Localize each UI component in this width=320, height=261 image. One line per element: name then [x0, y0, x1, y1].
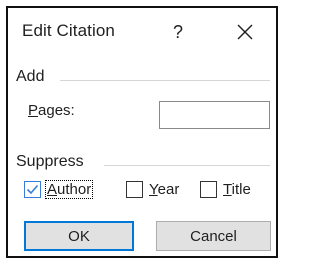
dialog-titlebar: Edit Citation ?	[8, 8, 276, 60]
close-button[interactable]	[232, 19, 258, 45]
year-checkbox-label[interactable]: Year	[148, 181, 180, 198]
pages-label-text: ages:	[38, 102, 75, 119]
title-label-text: itle	[231, 180, 251, 198]
year-label-text: ear	[157, 180, 180, 198]
screen: Edit Citation ? Add Pages: Suppress Auth…	[0, 0, 282, 261]
checkmark-icon	[26, 184, 39, 194]
add-group-divider	[60, 80, 270, 81]
title-accelerator: T	[223, 180, 232, 198]
ok-button[interactable]: OK	[24, 221, 134, 251]
pages-label-accelerator: P	[28, 102, 39, 119]
title-checkbox-box[interactable]	[200, 180, 217, 198]
pages-input[interactable]	[159, 101, 270, 129]
author-label-text: uthor	[57, 180, 92, 198]
close-icon	[237, 24, 253, 40]
cancel-button[interactable]: Cancel	[156, 221, 271, 251]
author-checkbox-label[interactable]: Author	[44, 179, 94, 199]
suppress-group-label: Suppress	[16, 153, 84, 170]
add-group-label: Add	[16, 68, 45, 85]
suppress-group-divider	[104, 165, 270, 166]
title-checkbox-label[interactable]: Title	[222, 181, 252, 198]
pages-label: Pages:	[28, 102, 75, 119]
dialog-title: Edit Citation	[22, 21, 115, 40]
author-accelerator: A	[47, 180, 58, 198]
suppress-year-checkbox[interactable]: Year	[126, 178, 180, 200]
year-checkbox-box[interactable]	[126, 180, 143, 198]
year-accelerator: Y	[149, 180, 158, 198]
suppress-title-checkbox[interactable]: Title	[200, 178, 252, 200]
author-checkbox-box[interactable]	[24, 180, 41, 198]
suppress-author-checkbox[interactable]: Author	[24, 178, 94, 200]
edit-citation-dialog: Edit Citation ? Add Pages: Suppress Auth…	[6, 6, 278, 258]
help-button[interactable]: ?	[168, 20, 188, 44]
